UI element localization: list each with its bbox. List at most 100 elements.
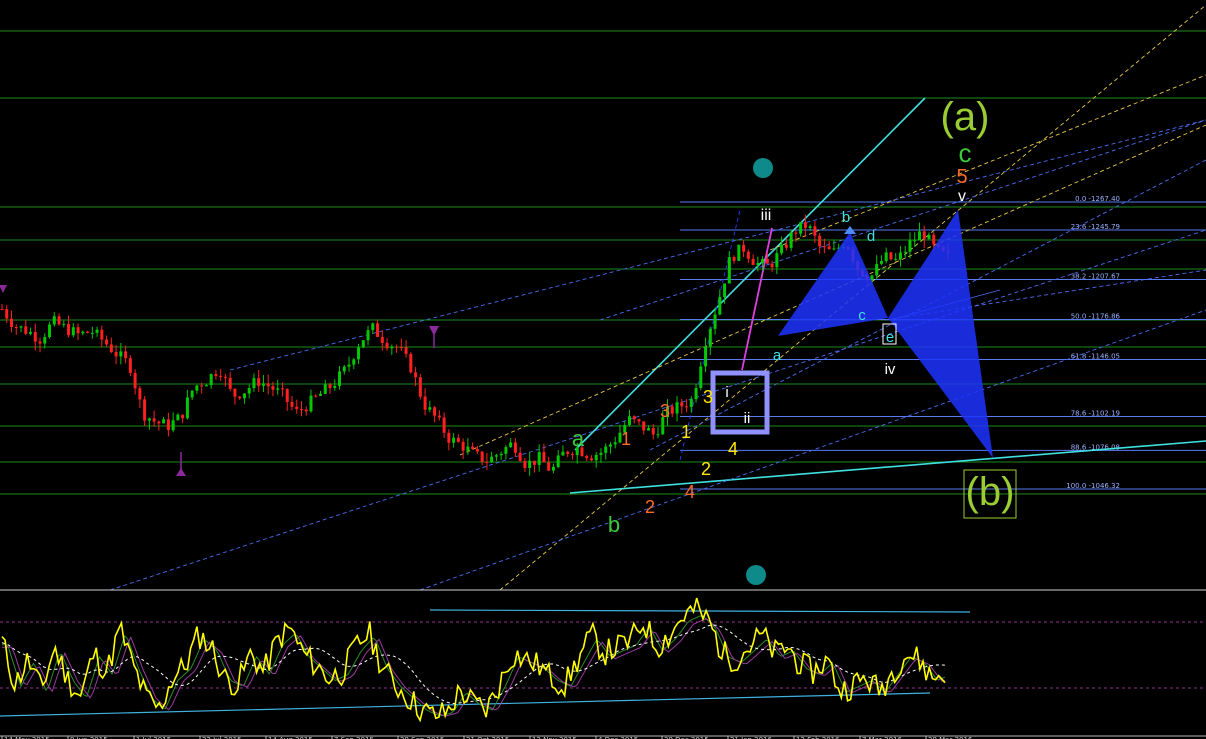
candle-body [95, 329, 99, 333]
wave-label: 3 [660, 401, 670, 421]
candle-body [347, 364, 351, 367]
candle-body [314, 395, 318, 397]
candle-body [718, 296, 722, 315]
candle-body [309, 395, 313, 412]
candle-body [879, 261, 883, 264]
candle-body [732, 257, 736, 261]
candle-body [784, 244, 788, 248]
wave-label: iv [885, 361, 896, 378]
candle-body [680, 402, 684, 407]
candle-body [466, 446, 470, 451]
candle-body [742, 244, 746, 252]
wave-label: 4 [685, 482, 695, 502]
candle-body [613, 442, 617, 445]
candle-body [737, 244, 741, 261]
candle-body [509, 442, 513, 448]
candle-body [404, 347, 408, 354]
candle-body [699, 366, 703, 389]
wave-label: 1 [681, 422, 691, 442]
candle-body [518, 452, 522, 461]
candle-body [147, 418, 151, 421]
candle-body [903, 251, 907, 253]
candle-body [480, 451, 484, 462]
candle-body [5, 309, 9, 319]
candle-body [423, 396, 427, 410]
candle-body [143, 399, 147, 421]
candle-body [490, 456, 494, 463]
candle-body [456, 437, 460, 442]
wave-label: b [608, 512, 620, 537]
candle-body [10, 318, 14, 327]
candle-body [166, 419, 170, 431]
candle-body [547, 462, 551, 471]
candle-body [357, 347, 361, 360]
candle-body [323, 384, 327, 394]
wave-label: e [886, 329, 894, 346]
candle-body [651, 428, 655, 435]
candle-body [71, 327, 75, 336]
candle-body [376, 323, 380, 337]
candle-body [52, 316, 56, 325]
candle-body [124, 351, 128, 359]
osc-signal-line [2, 615, 946, 717]
candle-body [81, 331, 85, 334]
candle-body [589, 458, 593, 461]
wave-label: v [958, 188, 966, 205]
trendline [741, 227, 773, 371]
candle-body [48, 324, 52, 338]
candle-body [29, 332, 33, 334]
candle-body [832, 248, 836, 250]
candle-body [19, 326, 23, 328]
wave-label: 5 [956, 166, 967, 188]
candle-body [822, 246, 826, 248]
candle-body [556, 455, 560, 467]
candle-body [723, 283, 727, 297]
candle-body [204, 385, 208, 387]
candle-body [361, 340, 365, 348]
candle-body [190, 390, 194, 398]
candle-body [14, 326, 18, 328]
trendline [599, 119, 1206, 321]
candle-body [542, 452, 546, 463]
candle-body [276, 388, 280, 390]
candle-body [813, 226, 817, 236]
candle-body [223, 376, 227, 378]
candle-body [342, 366, 346, 372]
candle-body [627, 416, 631, 425]
candle-body [870, 275, 874, 280]
candle-body [261, 383, 265, 386]
candle-body [133, 372, 137, 389]
candle-body [409, 353, 413, 373]
candle-body [437, 415, 441, 418]
candle-body [561, 451, 565, 456]
oscillator-line [1, 597, 946, 723]
candle-body [252, 378, 256, 389]
candle-body [471, 446, 475, 450]
candle-body [138, 388, 142, 400]
candle-body [794, 232, 798, 234]
candle-body [200, 385, 204, 387]
candle-body [181, 414, 185, 419]
candle-body [390, 346, 394, 349]
candle-body [114, 352, 118, 357]
candle-body [537, 452, 541, 465]
candle-body [442, 417, 446, 433]
candle-body [395, 346, 399, 348]
candle-body [494, 455, 498, 457]
candle-body [219, 375, 223, 377]
candle-body [604, 446, 608, 453]
candle-body [704, 346, 708, 367]
candle-body [594, 454, 598, 461]
candle-body [271, 386, 275, 390]
wave-label: 1 [621, 429, 631, 449]
candle-body [304, 409, 308, 412]
horizontal-gridlines [0, 30, 1206, 495]
candle-body [523, 460, 527, 468]
candle-body [290, 401, 294, 407]
candle-body [86, 331, 90, 333]
wave-label: 2 [701, 459, 711, 479]
harmonic-pattern [0, 158, 1017, 585]
candle-body [228, 377, 232, 389]
candle-body [689, 399, 693, 408]
wave-label: (b) [966, 470, 1015, 514]
